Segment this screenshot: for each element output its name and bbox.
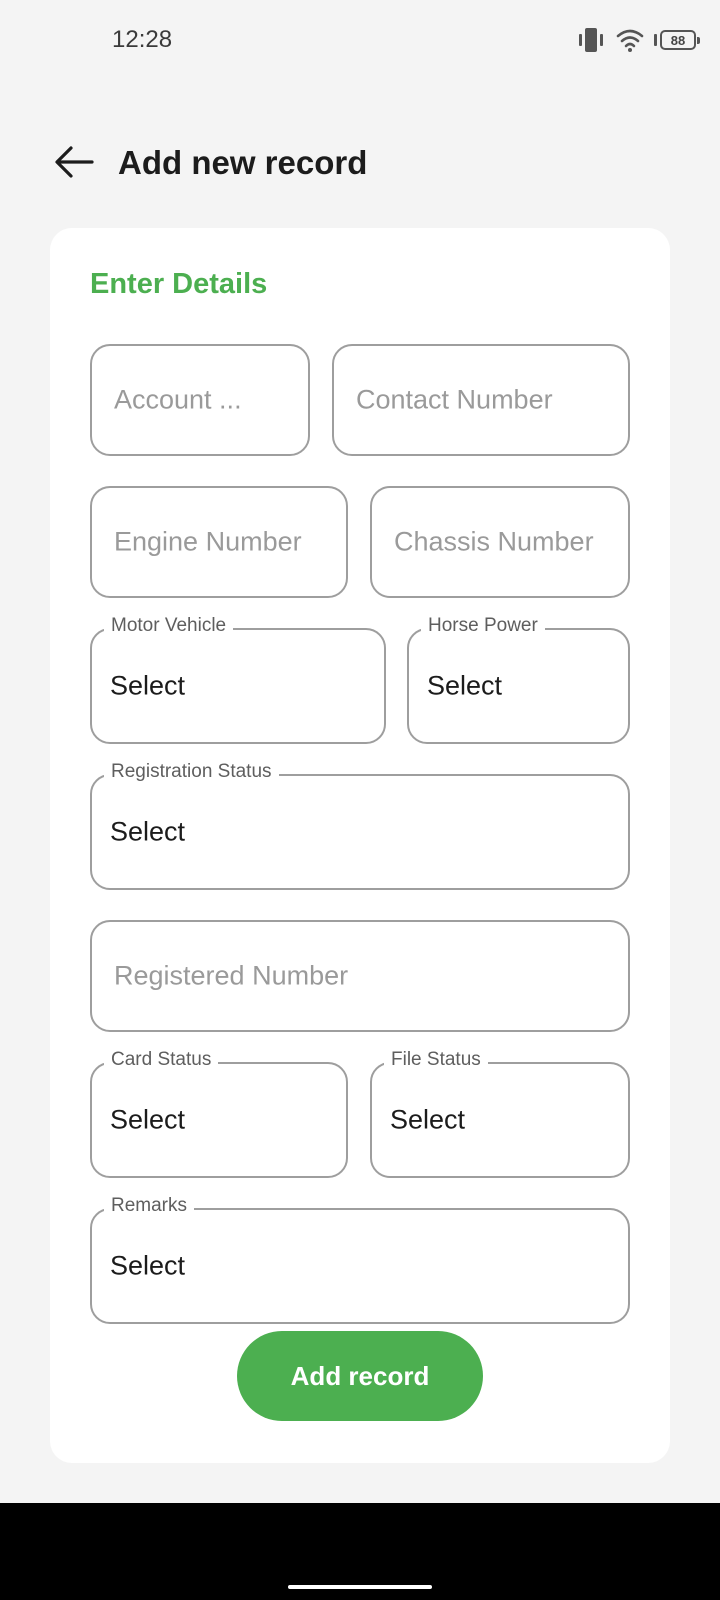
registration-status-select[interactable]: Registration Status Select bbox=[90, 761, 630, 890]
page-title: Add new record bbox=[118, 144, 368, 181]
details-card: Enter Details Account ... Contact Number… bbox=[50, 228, 670, 1463]
card-status-select[interactable]: Card Status Select bbox=[90, 1049, 348, 1178]
status-icons: 88 bbox=[576, 24, 700, 56]
back-button[interactable] bbox=[48, 138, 100, 190]
account-field[interactable]: Account ... bbox=[90, 344, 310, 456]
chassis-number-field[interactable]: Chassis Number bbox=[370, 486, 630, 598]
motor-vehicle-label: Motor Vehicle bbox=[104, 615, 234, 637]
registration-status-label: Registration Status bbox=[104, 761, 279, 783]
contact-number-field[interactable]: Contact Number bbox=[332, 344, 630, 456]
system-nav-bar bbox=[0, 1503, 720, 1600]
battery-icon: 88 bbox=[654, 30, 700, 50]
card-status-value: Select bbox=[110, 1104, 186, 1135]
vibrate-icon bbox=[576, 27, 606, 53]
horse-power-select[interactable]: Horse Power Select bbox=[407, 615, 630, 744]
registration-status-value: Select bbox=[110, 816, 186, 847]
engine-number-placeholder: Engine Number bbox=[114, 526, 302, 557]
status-time: 12:28 bbox=[112, 26, 173, 53]
motor-vehicle-select[interactable]: Motor Vehicle Select bbox=[90, 615, 386, 744]
app-header: Add new record bbox=[0, 120, 720, 210]
motor-vehicle-value: Select bbox=[110, 670, 186, 701]
account-placeholder: Account ... bbox=[114, 384, 242, 415]
registered-number-field[interactable]: Registered Number bbox=[90, 920, 630, 1032]
file-status-label: File Status bbox=[384, 1049, 488, 1071]
file-status-select[interactable]: File Status Select bbox=[370, 1049, 630, 1178]
registered-number-placeholder: Registered Number bbox=[114, 960, 349, 991]
section-title: Enter Details bbox=[90, 268, 268, 300]
horse-power-label: Horse Power bbox=[421, 615, 545, 637]
horse-power-value: Select bbox=[427, 670, 503, 701]
status-bar: 12:28 88 bbox=[0, 0, 720, 80]
chassis-number-placeholder: Chassis Number bbox=[394, 526, 594, 557]
arrow-left-icon bbox=[52, 144, 96, 185]
engine-number-field[interactable]: Engine Number bbox=[90, 486, 348, 598]
battery-level: 88 bbox=[660, 30, 700, 50]
add-record-button[interactable]: Add record bbox=[237, 1331, 483, 1421]
contact-number-placeholder: Contact Number bbox=[356, 384, 553, 415]
form-scroll-area[interactable]: Account ... Contact Number Engine Number… bbox=[50, 328, 670, 1397]
card-status-label: Card Status bbox=[104, 1049, 219, 1071]
remarks-label: Remarks bbox=[104, 1195, 195, 1217]
home-indicator[interactable] bbox=[288, 1585, 432, 1589]
wifi-icon bbox=[616, 28, 644, 52]
remarks-select[interactable]: Remarks Select bbox=[90, 1195, 630, 1324]
file-status-value: Select bbox=[390, 1104, 466, 1135]
remarks-value: Select bbox=[110, 1250, 186, 1281]
